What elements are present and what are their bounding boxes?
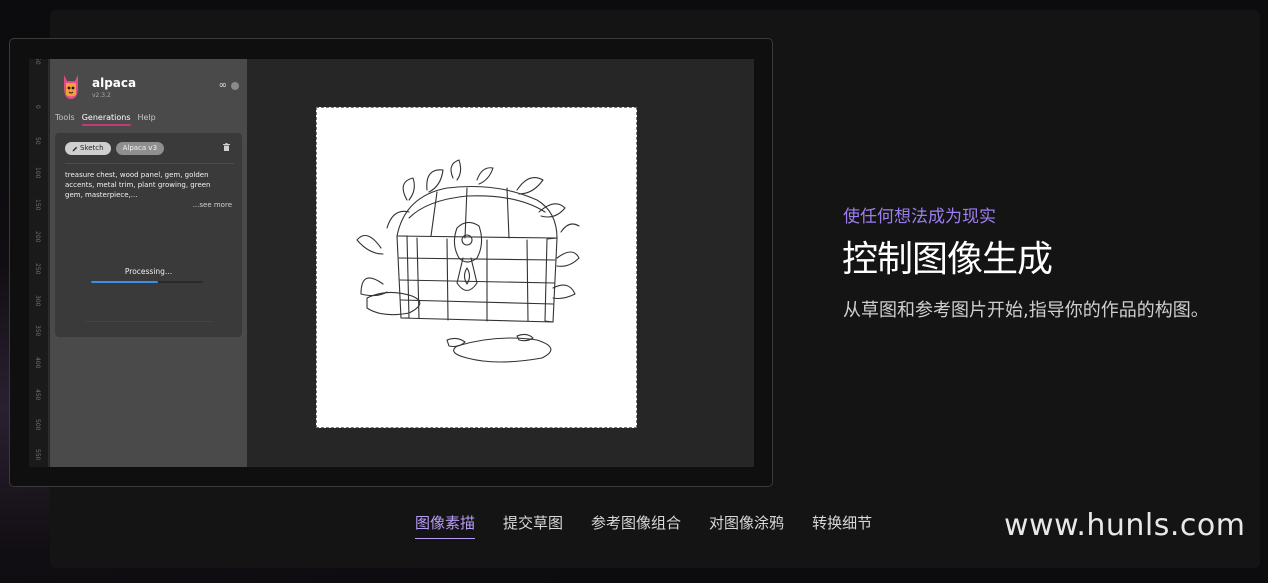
infinity-icon[interactable]: ∞ (219, 81, 227, 91)
feature-tab-submit-sketch[interactable]: 提交草图 (503, 512, 563, 539)
vertical-ruler: 50 0 50 100 150 200 250 300 350 400 450 … (29, 59, 49, 467)
watermark-text: www.hunls.com (1004, 508, 1246, 543)
hero-headline: 控制图像生成 (842, 239, 1053, 280)
card-divider (65, 163, 234, 164)
ruler-label: 500 (34, 419, 41, 431)
feature-tab-image-sketch[interactable]: 图像素描 (415, 512, 476, 539)
processing-status: Processing... (124, 267, 173, 276)
ruler-label: 100 (34, 167, 41, 179)
chip-sketch[interactable]: Sketch (65, 142, 111, 155)
generation-card: Sketch Alpaca v3 treasure chest, wood pa… (55, 133, 242, 337)
feature-tab-image-doodle[interactable]: 对图像涂鸦 (709, 512, 784, 539)
alpaca-logo-icon (64, 75, 78, 99)
generation-chips: Sketch Alpaca v3 (65, 142, 165, 155)
sketch-canvas[interactable] (316, 107, 637, 428)
hero-description: 从草图和参考图片开始,指导你的作品的构图。 (843, 300, 1209, 321)
ruler-label: 300 (34, 295, 41, 307)
app-name: alpaca (92, 76, 137, 90)
trash-icon[interactable] (223, 143, 230, 151)
chip-sketch-label: Sketch (80, 144, 104, 152)
tab-help[interactable]: Help (138, 113, 156, 126)
app-screenshot: 50 0 50 100 150 200 250 300 350 400 450 … (29, 59, 754, 467)
ruler-label: 50 (34, 137, 41, 145)
app-screenshot-frame: 50 0 50 100 150 200 250 300 350 400 450 … (9, 38, 773, 487)
ruler-label: 250 (34, 263, 41, 275)
feature-tabs: 图像素描 提交草图 参考图像组合 对图像涂鸦 转换细节 (415, 512, 872, 539)
chip-model-label: Alpaca v3 (122, 144, 158, 152)
status-dot-icon[interactable] (231, 82, 239, 90)
ruler-label: 550 (34, 449, 41, 461)
see-more-link[interactable]: ...see more (193, 201, 232, 209)
feature-tab-convert-details[interactable]: 转换细节 (812, 512, 872, 539)
plugin-panel: alpaca v2.3.2 ∞ Tools Generations Help S… (50, 59, 247, 467)
header-icons: ∞ (219, 81, 239, 91)
treasure-chest-sketch (356, 159, 580, 363)
pencil-icon (72, 146, 78, 151)
canvas-area (247, 59, 754, 467)
ruler-label: 0 (34, 105, 41, 109)
progress-fill (91, 281, 159, 283)
ruler-label: 50 (34, 59, 41, 65)
ruler-label: 150 (34, 199, 41, 211)
app-version: v2.3.2 (92, 92, 111, 99)
ruler-label: 400 (34, 357, 41, 369)
panel-tabs: Tools Generations Help (55, 113, 156, 126)
card-footer-line (85, 321, 212, 322)
feature-tab-reference-composition[interactable]: 参考图像组合 (591, 512, 681, 539)
chip-model[interactable]: Alpaca v3 (115, 142, 165, 155)
prompt-text: treasure chest, wood panel, gem, golden … (65, 171, 211, 199)
ruler-label: 450 (34, 389, 41, 401)
ruler-label: 350 (34, 325, 41, 337)
tab-tools[interactable]: Tools (55, 113, 75, 126)
ruler-label: 200 (34, 231, 41, 243)
progress-bar (91, 281, 203, 283)
hero-eyebrow: 使任何想法成为现实 (843, 207, 996, 227)
tab-generations[interactable]: Generations (81, 113, 131, 126)
